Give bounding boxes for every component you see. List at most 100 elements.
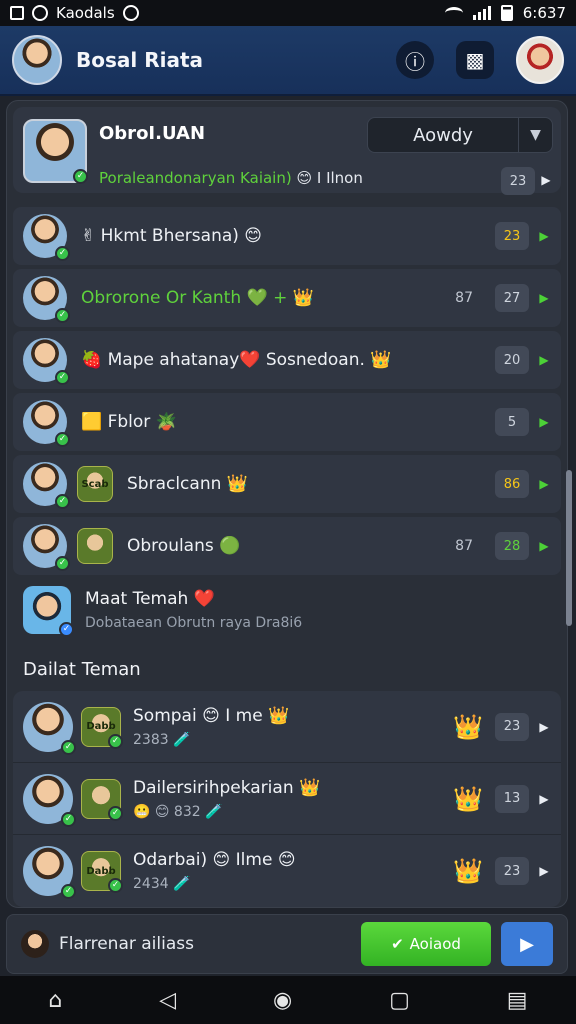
crown-icon: 👑 — [453, 784, 483, 813]
battery-icon — [500, 5, 513, 21]
list-item[interactable]: ✓ 🟨 Fblor 🪴 5 ▶ — [13, 393, 561, 451]
group-header[interactable]: ✓ ObroI.UAN Aowdy ▼ Poraleandonaryan Kai… — [13, 107, 561, 195]
profile-avatar[interactable] — [516, 36, 564, 84]
online-indicator: ✓ — [55, 246, 70, 261]
contact-avatar: ✓ — [23, 276, 70, 323]
friend-name: Dailersirihpekarian 👑 — [133, 777, 321, 798]
recents-icon[interactable]: ▢ — [389, 988, 410, 1013]
friend-row[interactable]: ✓ ✓ Dailersirihpekarian 👑 😬 😊 832 🧪 👑 13 ▶ — [13, 763, 561, 835]
chevron-right-icon[interactable]: ▶ — [537, 353, 551, 367]
friend-meta: 😬 😊 832 🧪 — [133, 803, 223, 820]
friend-preview-subtitle: Dobataean Obrutn raya Dra8i6 — [85, 615, 303, 631]
list-item[interactable]: ✓ ✌ Hkmt Bhersana) 😊 23 ▶ — [13, 207, 561, 265]
group-badge: 23 — [501, 167, 535, 195]
friend-row[interactable]: ✓ Dabb ✓ Sompai 😊 I me 👑 2383 🧪 👑 23 ▶ — [13, 691, 561, 763]
friend-secondary-avatar: Dabb ✓ — [81, 706, 123, 749]
friend-secondary-avatar: ✓ — [81, 778, 123, 821]
chevron-right-icon[interactable]: ▶ — [539, 173, 553, 187]
online-indicator: ✓ — [55, 370, 70, 385]
group-name: ObroI.UAN — [99, 123, 206, 144]
friend-preview[interactable]: ✓ Maat Temah ❤️ Dobataean Obrutn raya Dr… — [13, 575, 561, 645]
primary-button-label: Aoiaod — [409, 935, 461, 953]
list-item[interactable]: ✓ Scab Sbraclcann 👑 86 ▶ — [13, 455, 561, 513]
friend-badge: 23 — [495, 857, 529, 885]
list-item-label: Obrorone Or Kanth 💚 + 👑 — [81, 288, 314, 308]
group-subtitle-green: Poraleandonaryan Kaiain) — [99, 169, 292, 187]
back-icon[interactable]: ◁ — [159, 988, 176, 1013]
friend-secondary-label: Dabb — [86, 721, 116, 732]
chevron-right-icon[interactable]: ▶ — [537, 539, 551, 553]
main-panel: ✓ ObroI.UAN Aowdy ▼ Poraleandonaryan Kai… — [6, 100, 568, 908]
chevron-right-icon[interactable]: ▶ — [537, 720, 551, 734]
crown-icon: 👑 — [453, 857, 483, 885]
online-indicator: ✓ — [61, 811, 76, 827]
online-indicator: ✓ — [55, 494, 70, 509]
secondary-avatar-label: Scab — [81, 478, 109, 490]
chevron-right-icon[interactable]: ▶ — [537, 792, 551, 806]
message-input[interactable]: Flarrenar ailiass — [59, 934, 361, 954]
play-icon: ▶ — [520, 933, 534, 955]
filter-dropdown[interactable]: Aowdy ▼ — [367, 117, 553, 153]
online-indicator: ✓ — [55, 556, 70, 571]
chevron-right-icon[interactable]: ▶ — [537, 229, 551, 243]
camera-icon[interactable]: ◉ — [273, 988, 292, 1013]
list-item[interactable]: ✓ Obrorone Or Kanth 💚 + 👑 87 27 ▶ — [13, 269, 561, 327]
primary-button[interactable]: ✔ Aoiaod — [361, 922, 491, 966]
list-item-badge: 5 — [495, 408, 529, 436]
contact-avatar: ✓ — [23, 338, 70, 385]
app-icon — [32, 5, 48, 21]
signal-icon — [472, 6, 491, 20]
online-indicator: ✓ — [61, 884, 76, 899]
friend-preview-title: Maat Temah ❤️ — [85, 589, 215, 609]
secondary-avatar: Scab — [77, 466, 113, 502]
list-item-label: Obroulans 🟢 — [127, 536, 241, 556]
status-app-name: Kaodals — [56, 4, 115, 22]
info-icon[interactable]: ⓘ — [396, 41, 434, 79]
list-item-label: 🟨 Fblor 🪴 — [81, 412, 177, 432]
list-item[interactable]: ✓ Obroulans 🟢 87 28 ▶ — [13, 517, 561, 575]
list-item-count: 87 — [455, 538, 473, 554]
group-subtitle: Poraleandonaryan Kaiain) 😊 I Ilnon — [99, 169, 363, 187]
contact-avatar: ✓ — [23, 400, 70, 447]
friend-badge: 13 — [495, 784, 529, 813]
online-indicator: ✓ — [108, 805, 123, 821]
contact-avatar: ✓ — [23, 214, 70, 261]
app-bar: Bosal Riata ⓘ ▩ — [0, 26, 576, 96]
home-icon[interactable]: ⌂ — [48, 988, 62, 1013]
list-item-badge: 28 — [495, 532, 529, 560]
wifi-icon — [444, 7, 463, 19]
friends-list: ✓ Dabb ✓ Sompai 😊 I me 👑 2383 🧪 👑 23 ▶ ✓ ✓ Dailers… — [13, 691, 561, 907]
chevron-right-icon[interactable]: ▶ — [537, 291, 551, 305]
menu-icon[interactable]: ▤ — [507, 988, 528, 1013]
friend-name: Sompai 😊 I me 👑 — [133, 705, 290, 726]
group-avatar[interactable] — [12, 35, 62, 85]
friend-secondary-avatar: Dabb ✓ — [81, 851, 123, 893]
status-bar: Kaodals 6:637 — [0, 0, 576, 26]
friend-badge: 23 — [495, 712, 529, 741]
chevron-right-icon[interactable]: ▶ — [537, 415, 551, 429]
friend-meta: 2383 🧪 — [133, 731, 191, 748]
online-indicator: ✓ — [108, 733, 123, 749]
list-item-label: 🍓 Mape ahatanay❤️ Sosnedoan. 👑 — [81, 350, 392, 370]
gallery-icon — [10, 6, 24, 20]
section-title: Dailat Teman — [23, 659, 141, 680]
friend-row[interactable]: ✓ Dabb ✓ Odarbai) 😊 Ilme 😊 2434 🧪 👑 23 ▶ — [13, 835, 561, 907]
online-indicator: ✓ — [73, 169, 88, 184]
friend-avatar: ✓ — [23, 586, 74, 637]
friend-name: Odarbai) 😊 Ilme 😊 — [133, 850, 296, 870]
chat-list: ✓ ✌ Hkmt Bhersana) 😊 23 ▶ ✓ Obrorone Or Kanth… — [13, 207, 561, 579]
list-item[interactable]: ✓ 🍓 Mape ahatanay❤️ Sosnedoan. 👑 20 ▶ — [13, 331, 561, 389]
list-item-badge: 27 — [495, 284, 529, 312]
app-title: Bosal Riata — [76, 48, 204, 72]
system-nav: ⌂ ◁ ◉ ▢ ▤ — [0, 976, 576, 1024]
game-icon[interactable]: ▩ — [456, 41, 494, 79]
list-item-badge: 20 — [495, 346, 529, 374]
online-indicator: ✓ — [61, 739, 76, 755]
send-button[interactable]: ▶ — [501, 922, 553, 966]
chevron-right-icon[interactable]: ▶ — [537, 864, 551, 878]
contact-avatar: ✓ — [23, 462, 70, 509]
chevron-right-icon[interactable]: ▶ — [537, 477, 551, 491]
friend-secondary-label: Dabb — [86, 865, 116, 877]
scrollbar[interactable] — [566, 470, 572, 626]
contact-avatar: ✓ — [23, 524, 70, 571]
